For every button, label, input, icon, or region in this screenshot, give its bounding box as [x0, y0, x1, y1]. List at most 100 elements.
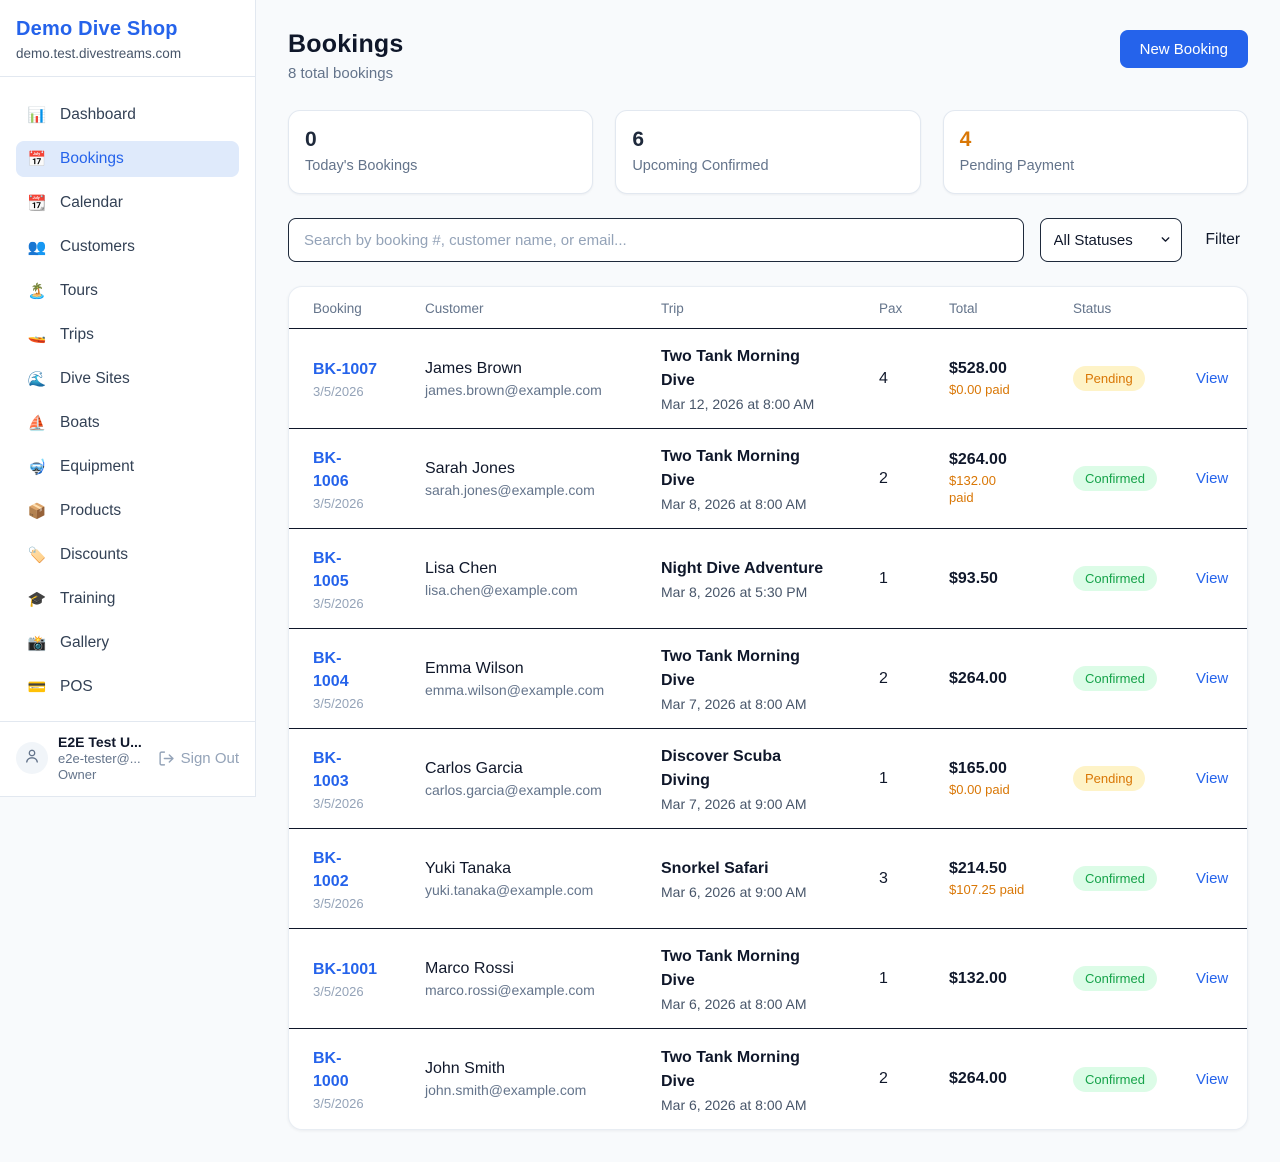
sidebar-item-discounts[interactable]: 🏷️Discounts: [16, 537, 239, 573]
sidebar-item-bookings[interactable]: 📅Bookings: [16, 141, 239, 177]
trip-name: Two Tank Morning Dive: [661, 445, 879, 493]
view-link[interactable]: View: [1196, 370, 1223, 387]
pax-count: 1: [879, 570, 949, 588]
page-header-text: Bookings 8 total bookings: [288, 30, 404, 82]
user-icon: [23, 747, 41, 770]
sidebar-item-pos[interactable]: 💳POS: [16, 669, 239, 705]
booking-date: 3/5/2026: [313, 596, 425, 611]
customer-name: Emma Wilson: [425, 660, 661, 678]
column-header-actions: [1196, 295, 1223, 321]
view-link[interactable]: View: [1196, 1071, 1223, 1088]
booking-date: 3/5/2026: [313, 796, 425, 811]
sidebar-item-label: Discounts: [60, 546, 128, 564]
table-body: BK-10073/5/2026James Brownjames.brown@ex…: [289, 329, 1247, 1129]
sidebar-item-label: Tours: [60, 282, 98, 300]
customer-name: Sarah Jones: [425, 460, 661, 478]
total-amount: $214.50: [949, 860, 1073, 878]
booking-date: 3/5/2026: [313, 896, 425, 911]
booking-cell: BK-10073/5/2026: [313, 358, 425, 399]
booking-cell: BK- 1005 3/5/2026: [313, 547, 425, 611]
status-cell: Pending: [1073, 366, 1196, 391]
sidebar-item-products[interactable]: 📦Products: [16, 493, 239, 529]
total-cell: $214.50 $107.25 paid: [949, 860, 1073, 898]
booking-cell: BK- 1003 3/5/2026: [313, 747, 425, 811]
page-title: Bookings: [288, 30, 404, 59]
booking-id-link[interactable]: BK-1007: [313, 358, 377, 381]
booking-id-link[interactable]: BK- 1000: [313, 1047, 349, 1093]
sidebar-item-tours[interactable]: 🏝️Tours: [16, 273, 239, 309]
customer-cell: James Brownjames.brown@example.com: [425, 360, 661, 398]
stat-label: Upcoming Confirmed: [632, 158, 903, 174]
status-cell: Pending: [1073, 766, 1196, 791]
view-link[interactable]: View: [1196, 570, 1223, 587]
sidebar-item-label: Training: [60, 590, 115, 608]
column-header-booking: Booking: [313, 287, 425, 328]
total-cell: $264.00: [949, 1070, 1073, 1088]
status-badge: Confirmed: [1073, 966, 1157, 991]
trip-cell: Two Tank Morning DiveMar 6, 2026 at 8:00…: [661, 1046, 879, 1113]
customer-email: sarah.jones@example.com: [425, 482, 661, 498]
gallery-icon: 📸: [27, 636, 47, 651]
sidebar-item-training[interactable]: 🎓Training: [16, 581, 239, 617]
sidebar-item-trips[interactable]: 🚤Trips: [16, 317, 239, 353]
paid-amount: $0.00 paid: [949, 381, 1073, 398]
status-badge: Pending: [1073, 366, 1145, 391]
sign-out-button[interactable]: Sign Out: [158, 750, 239, 767]
view-link[interactable]: View: [1196, 770, 1223, 787]
booking-date: 3/5/2026: [313, 1096, 425, 1111]
view-link[interactable]: View: [1196, 870, 1223, 887]
bookings-table: BookingCustomerTripPaxTotalStatus BK-100…: [288, 286, 1248, 1130]
page-header: Bookings 8 total bookings New Booking: [288, 30, 1248, 82]
customer-cell: John Smithjohn.smith@example.com: [425, 1060, 661, 1098]
stat-card-upcoming-confirmed: 6Upcoming Confirmed: [615, 110, 920, 194]
sidebar-item-calendar[interactable]: 📆Calendar: [16, 185, 239, 221]
booking-id-link[interactable]: BK-1001: [313, 958, 377, 981]
booking-id-link[interactable]: BK- 1002: [313, 847, 349, 893]
boats-icon: ⛵: [27, 416, 47, 431]
trip-datetime: Mar 8, 2026 at 5:30 PM: [661, 584, 879, 600]
paid-amount: $107.25 paid: [949, 881, 1073, 898]
sidebar-item-dive-sites[interactable]: 🌊Dive Sites: [16, 361, 239, 397]
sidebar-item-boats[interactable]: ⛵Boats: [16, 405, 239, 441]
dive-sites-icon: 🌊: [27, 372, 47, 387]
sidebar-user-footer: E2E Test U... e2e-tester@... Owner Sign …: [0, 721, 255, 796]
trip-datetime: Mar 8, 2026 at 8:00 AM: [661, 496, 879, 512]
total-amount: $264.00: [949, 670, 1073, 688]
customer-email: carlos.garcia@example.com: [425, 782, 661, 798]
sidebar-item-equipment[interactable]: 🤿Equipment: [16, 449, 239, 485]
sidebar-item-customers[interactable]: 👥Customers: [16, 229, 239, 265]
view-link[interactable]: View: [1196, 670, 1223, 687]
view-link[interactable]: View: [1196, 470, 1223, 487]
stat-card-today-s-bookings: 0Today's Bookings: [288, 110, 593, 194]
sidebar-item-label: Trips: [60, 326, 94, 344]
total-bookings-count: 8 total bookings: [288, 65, 404, 82]
customer-email: james.brown@example.com: [425, 382, 661, 398]
sidebar-item-gallery[interactable]: 📸 Gallery: [16, 625, 239, 661]
trip-cell: Two Tank Morning DiveMar 12, 2026 at 8:0…: [661, 345, 879, 412]
trip-datetime: Mar 6, 2026 at 8:00 AM: [661, 996, 879, 1012]
avatar: [16, 742, 48, 774]
status-select[interactable]: All Statuses: [1040, 218, 1182, 262]
stat-value: 4: [960, 127, 1231, 153]
booking-id-link[interactable]: BK- 1003: [313, 747, 349, 793]
equipment-icon: 🤿: [27, 460, 47, 475]
booking-id-link[interactable]: BK- 1006: [313, 447, 349, 493]
stat-label: Pending Payment: [960, 158, 1231, 174]
view-link[interactable]: View: [1196, 970, 1223, 987]
status-badge: Pending: [1073, 766, 1145, 791]
brand-name: Demo Dive Shop: [16, 18, 239, 41]
booking-id-link[interactable]: BK- 1004: [313, 647, 349, 693]
search-input[interactable]: [288, 218, 1024, 262]
trip-cell: Two Tank Morning DiveMar 6, 2026 at 8:00…: [661, 945, 879, 1012]
pax-count: 2: [879, 1070, 949, 1088]
pax-count: 3: [879, 870, 949, 888]
pax-count: 2: [879, 470, 949, 488]
trip-datetime: Mar 6, 2026 at 8:00 AM: [661, 1097, 879, 1113]
sidebar-item-label: Gallery: [60, 634, 109, 652]
booking-id-link[interactable]: BK- 1005: [313, 547, 349, 593]
table-row: BK- 10053/5/2026Lisa Chenlisa.chen@examp…: [289, 529, 1247, 629]
new-booking-button[interactable]: New Booking: [1120, 30, 1248, 68]
filter-button[interactable]: Filter: [1198, 231, 1248, 249]
booking-date: 3/5/2026: [313, 496, 425, 511]
sidebar-item-dashboard[interactable]: 📊Dashboard: [16, 97, 239, 133]
